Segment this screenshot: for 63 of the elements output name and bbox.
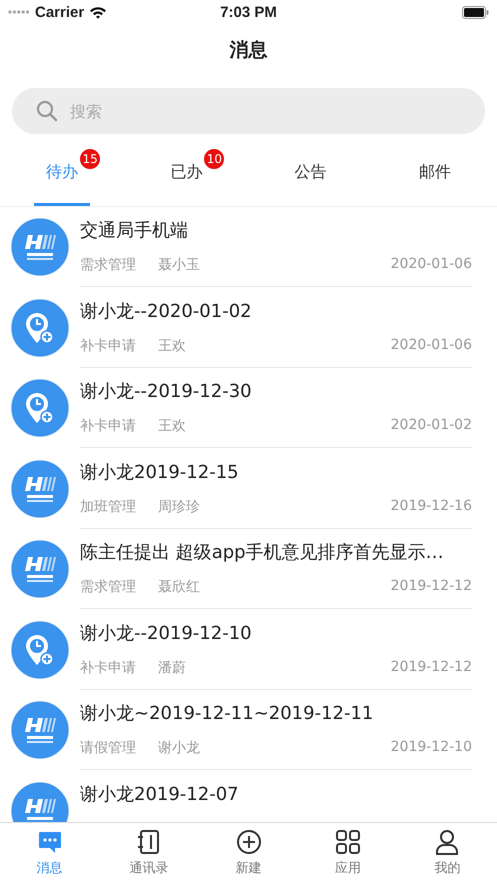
message-sender: 聂欣红 bbox=[158, 578, 200, 596]
message-item[interactable]: 交通局手机端 需求管理 聂小玉 2020-01-06 bbox=[0, 207, 497, 288]
message-category: 补卡申请 bbox=[80, 658, 137, 676]
message-sender: 周珍珍 bbox=[158, 498, 200, 516]
tab-bar-item[interactable]: 我的 bbox=[398, 823, 497, 883]
message-title: 谢小龙2019-12-07 bbox=[80, 782, 240, 806]
message-sender: 聂小玉 bbox=[158, 256, 200, 274]
add-circle-icon bbox=[236, 829, 262, 855]
logo-icon bbox=[10, 217, 70, 277]
message-date: 2019-12-10 bbox=[390, 739, 472, 757]
search-icon bbox=[36, 100, 58, 122]
message-title: 谢小龙--2019-12-30 bbox=[80, 380, 253, 403]
message-category: 补卡申请 bbox=[80, 417, 137, 435]
message-title: 谢小龙2019-12-15 bbox=[80, 460, 240, 484]
message-category: 需求管理 bbox=[80, 578, 137, 596]
person-icon bbox=[434, 829, 460, 855]
message-date: 2020-01-06 bbox=[390, 336, 472, 354]
message-date: 2019-12-12 bbox=[390, 658, 472, 676]
logo-icon bbox=[10, 539, 70, 599]
logo-icon bbox=[10, 700, 70, 760]
message-title: 交通局手机端 bbox=[80, 219, 189, 242]
message-item[interactable]: 谢小龙--2020-01-02 补卡申请 王欢 2020-01-06 bbox=[0, 288, 497, 368]
tab-bar-item[interactable]: 应用 bbox=[298, 823, 398, 883]
chat-icon bbox=[36, 829, 63, 855]
message-category: 加班管理 bbox=[80, 498, 137, 516]
message-date: 2019-12-16 bbox=[390, 498, 472, 516]
message-date: 2020-01-02 bbox=[390, 417, 472, 435]
clock-pin-icon bbox=[10, 298, 70, 358]
message-sender: 潘蔚 bbox=[158, 658, 186, 676]
message-title: 谢小龙--2019-12-10 bbox=[80, 622, 253, 644]
message-category: 请假管理 bbox=[80, 739, 137, 757]
message-category: 补卡申请 bbox=[80, 336, 137, 354]
carrier-name: Carrier bbox=[35, 4, 84, 20]
battery-icon bbox=[462, 6, 489, 18]
tab[interactable]: 邮件 bbox=[406, 134, 463, 206]
message-sender: 王欢 bbox=[158, 336, 186, 354]
message-sender: 王欢 bbox=[158, 417, 186, 435]
count-badge: 15 bbox=[79, 148, 102, 170]
message-item[interactable]: 谢小龙--2019-12-30 补卡申请 王欢 2020-01-02 bbox=[0, 368, 497, 448]
message-sender: 谢小龙 bbox=[158, 739, 200, 757]
message-item[interactable]: 谢小龙2019-12-15 加班管理 周珍珍 2019-12-16 bbox=[0, 448, 497, 529]
message-item[interactable]: 谢小龙~2019-12-11~2019-12-11 请假管理 谢小龙 2019-12-10 bbox=[0, 690, 497, 770]
tab[interactable]: 公告 bbox=[282, 134, 339, 206]
message-title: 谢小龙--2020-01-02 bbox=[80, 300, 253, 322]
message-item[interactable]: 陈主任提出 超级app手机意见排序首先显示… 需求管理 聂欣红 2019-12-12 bbox=[0, 529, 497, 610]
logo-icon bbox=[10, 458, 70, 518]
tab-bar-item[interactable]: 新建 bbox=[198, 823, 298, 883]
message-item[interactable]: 谢小龙--2019-12-10 补卡申请 潘蔚 2019-12-12 bbox=[0, 610, 497, 690]
count-badge: 10 bbox=[203, 148, 226, 170]
message-date: 2020-01-06 bbox=[390, 256, 472, 274]
signal-icon bbox=[8, 10, 30, 14]
message-title: 陈主任提出 超级app手机意见排序首先显示… bbox=[80, 541, 445, 564]
page-title: 消息 bbox=[230, 38, 268, 63]
apps-grid-icon bbox=[334, 829, 361, 855]
search-field[interactable]: 搜索 bbox=[12, 88, 485, 134]
clock-pin-icon bbox=[10, 620, 70, 680]
message-category: 需求管理 bbox=[80, 256, 137, 274]
message-title: 谢小龙~2019-12-11~2019-12-11 bbox=[80, 702, 374, 725]
clock-pin-icon bbox=[10, 378, 70, 438]
message-date: 2019-12-12 bbox=[390, 578, 472, 596]
tab-bar-item[interactable]: 通讯录 bbox=[99, 823, 199, 883]
wifi-icon bbox=[89, 6, 108, 18]
status-time: 7:03 PM bbox=[220, 4, 277, 20]
